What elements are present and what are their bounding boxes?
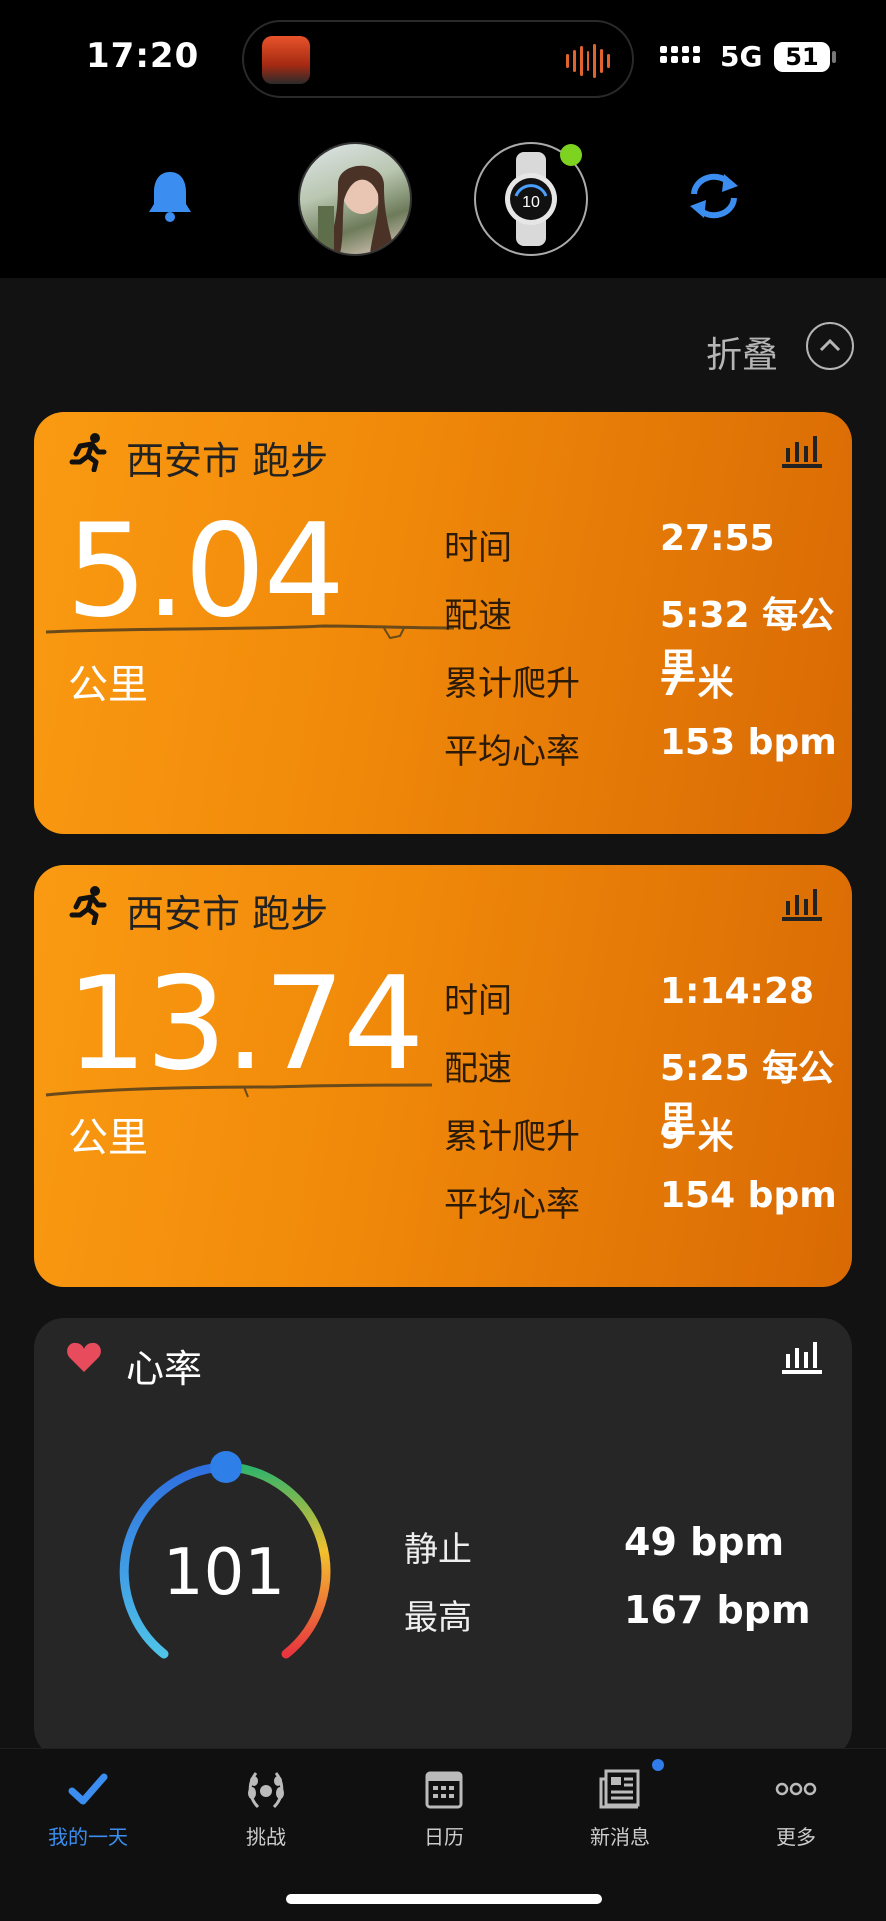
more-icon	[775, 1782, 817, 1796]
status-bar: 17:20 5G 51	[0, 0, 886, 120]
stat-label-elevation: 累计爬升	[444, 1117, 580, 1157]
device-connected-badge	[560, 144, 582, 166]
tab-label: 挑战	[246, 1825, 286, 1849]
distance-unit: 公里	[68, 662, 148, 708]
tab-more[interactable]: 更多	[716, 1767, 876, 1850]
bell-icon[interactable]	[146, 168, 194, 224]
collapse-button[interactable]	[806, 322, 854, 370]
stat-value-elevation: 7 米	[660, 663, 734, 704]
distance-unit: 公里	[68, 1115, 148, 1161]
heart-rate-card[interactable]: 心率 101 静止 49 bpm 最高 167 bpm	[34, 1318, 852, 1758]
network-type: 5G	[720, 40, 763, 73]
tab-label: 新消息	[590, 1825, 650, 1849]
stat-label-pace: 配速	[444, 1049, 512, 1089]
bar-chart-icon[interactable]	[782, 434, 822, 468]
audio-wave-icon	[566, 44, 611, 78]
tab-calendar[interactable]: 日历	[364, 1767, 524, 1850]
avatar[interactable]	[298, 142, 412, 256]
handwritten-underline	[45, 624, 455, 640]
signal-icon	[660, 46, 700, 63]
hr-label-max: 最高	[404, 1598, 472, 1638]
svg-text:10: 10	[522, 194, 540, 211]
sync-icon[interactable]	[686, 172, 742, 220]
bar-chart-icon[interactable]	[782, 1340, 822, 1374]
stat-value-time: 27:55	[660, 518, 775, 559]
distance-value: 13.74	[66, 950, 424, 1099]
stat-value-time: 1:14:28	[660, 971, 815, 1012]
news-icon	[599, 1769, 640, 1809]
distance-value: 5.04	[66, 497, 345, 646]
stat-value-avg-hr: 154 bpm	[660, 1175, 837, 1216]
battery-tip	[832, 51, 836, 63]
home-indicator[interactable]	[286, 1894, 602, 1904]
activity-card[interactable]: 西安市 跑步 5.04 公里 时间 27:55 配速 5:32 每公里 累计爬升…	[34, 412, 852, 834]
laurel-icon	[248, 1772, 284, 1809]
activity-title: 西安市 跑步	[126, 439, 329, 483]
running-icon	[69, 886, 107, 925]
stat-label-elevation: 累计爬升	[444, 664, 580, 704]
status-time: 17:20	[86, 36, 200, 76]
battery-level: 51	[774, 42, 830, 72]
now-playing-artwork	[262, 36, 310, 84]
heart-rate-current: 101	[162, 1536, 286, 1610]
activity-title: 西安市 跑步	[126, 892, 329, 936]
hr-label-resting: 静止	[404, 1530, 472, 1570]
collapse-label[interactable]: 折叠	[706, 326, 778, 378]
activity-card[interactable]: 西安市 跑步 13.74 公里 时间 1:14:28 配速 5:25 每公里 累…	[34, 865, 852, 1287]
top-header: 10	[0, 120, 886, 278]
tab-label: 更多	[776, 1825, 816, 1849]
stat-label-avg-hr: 平均心率	[444, 1185, 580, 1225]
chevron-up-icon	[819, 338, 841, 352]
calendar-icon	[425, 1771, 463, 1809]
stat-value-elevation: 9 米	[660, 1116, 734, 1157]
tab-label: 日历	[424, 1825, 464, 1849]
handwritten-underline	[45, 1083, 433, 1098]
stat-value-avg-hr: 153 bpm	[660, 722, 837, 763]
check-icon	[68, 1773, 108, 1805]
heart-rate-title: 心率	[126, 1347, 203, 1391]
tab-news[interactable]: 新消息	[540, 1767, 700, 1850]
stat-label-time: 时间	[444, 528, 512, 568]
bar-chart-icon[interactable]	[782, 887, 822, 921]
hr-value-max: 167 bpm	[624, 1588, 811, 1632]
stat-label-pace: 配速	[444, 596, 512, 636]
running-icon	[69, 433, 107, 472]
tab-my-day[interactable]: 我的一天	[8, 1767, 168, 1850]
notification-dot	[652, 1759, 664, 1771]
stat-label-time: 时间	[444, 981, 512, 1021]
stat-label-avg-hr: 平均心率	[444, 732, 580, 772]
hr-value-resting: 49 bpm	[624, 1520, 785, 1564]
tab-challenges[interactable]: 挑战	[186, 1767, 346, 1850]
dynamic-island[interactable]	[242, 20, 634, 98]
tab-label: 我的一天	[48, 1825, 128, 1849]
heart-icon	[67, 1342, 101, 1372]
